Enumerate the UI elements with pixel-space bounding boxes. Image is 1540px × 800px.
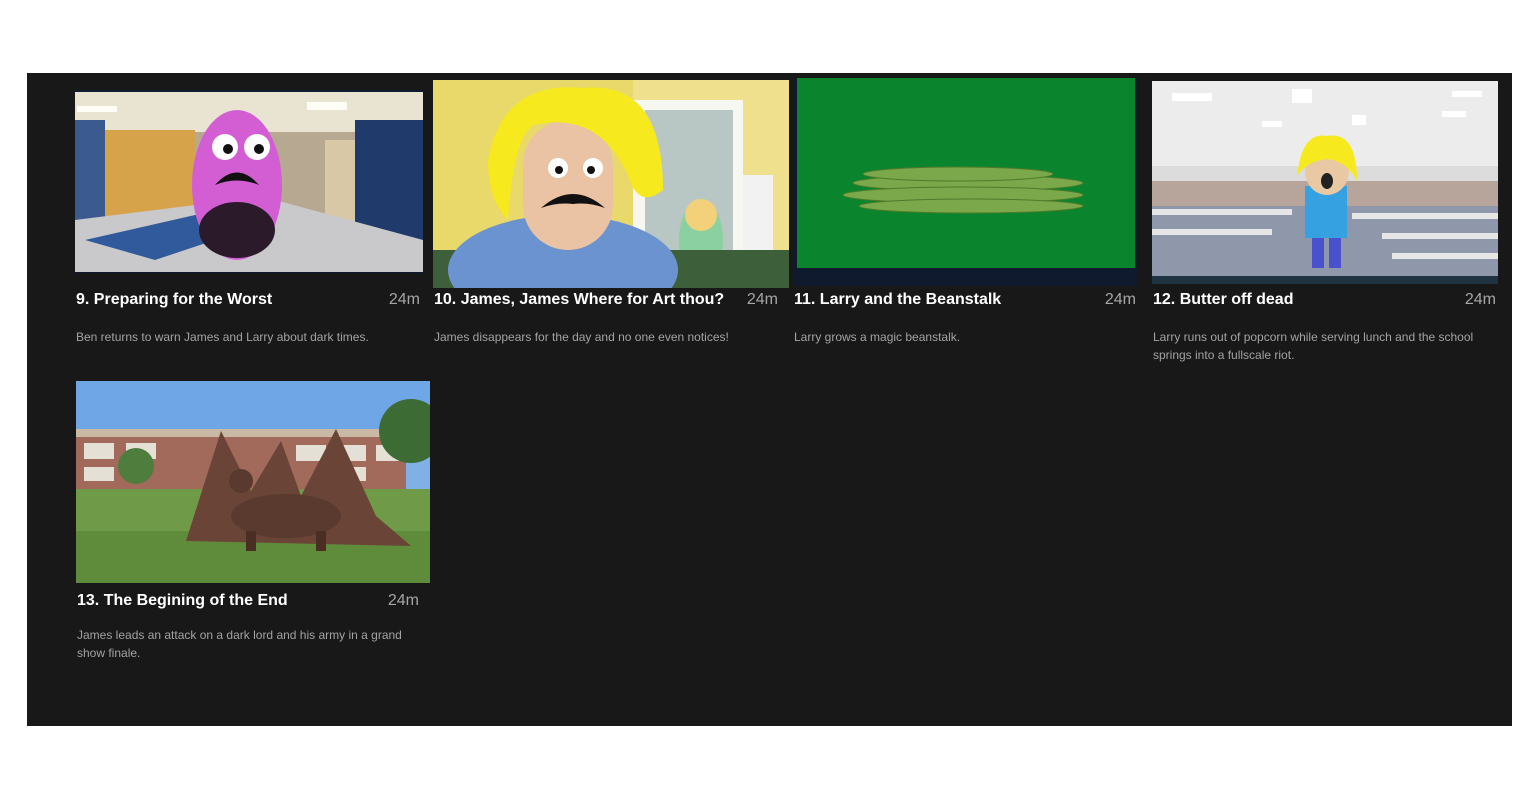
episode-list-panel: 9. Preparing for the Worst 24m Ben retur… (27, 73, 1512, 726)
episode-duration-10: 24m (746, 291, 778, 308)
episode-thumbnail-11[interactable] (793, 78, 1137, 286)
episode-duration-11: 24m (1104, 291, 1136, 308)
episode-thumbnail-13[interactable] (76, 381, 430, 583)
episode-description-11: Larry grows a magic beanstalk. (794, 330, 961, 344)
episode-duration-13: 24m (387, 592, 419, 609)
episode-title-13: 13. The Begining of the End (77, 592, 288, 609)
episode-duration-9: 24m (388, 291, 420, 308)
episode-title-9: 9. Preparing for the Worst (76, 291, 273, 308)
episode-description-9: Ben returns to warn James and Larry abou… (76, 330, 369, 344)
episode-description-10: James disappears for the day and no one … (434, 330, 729, 344)
episode-description-12: Larry runs out of popcorn while serving … (1153, 330, 1474, 362)
episode-title-row-13: 13. The Begining of the End 24m (77, 592, 430, 614)
episode-title-11: 11. Larry and the Beanstalk (794, 291, 1002, 308)
episode-thumbnail-9[interactable] (75, 90, 423, 273)
episode-description-13: James leads an attack on a dark lord and… (77, 628, 402, 660)
episode-duration-12: 24m (1464, 291, 1496, 308)
episode-title-12: 12. Butter off dead (1153, 291, 1294, 308)
episode-thumbnail-10[interactable] (433, 80, 789, 288)
episode-title-10: 10. James, James Where for Art thou? (434, 291, 725, 308)
episode-thumbnail-12[interactable] (1152, 81, 1498, 284)
episode-title-row-12: 12. Butter off dead 24m (1153, 291, 1498, 313)
episode-title-row-11: 11. Larry and the Beanstalk 24m (794, 291, 1137, 313)
episode-title-row-10: 10. James, James Where for Art thou? 24m (434, 291, 789, 313)
episode-title-row-9: 9. Preparing for the Worst 24m (76, 291, 423, 313)
